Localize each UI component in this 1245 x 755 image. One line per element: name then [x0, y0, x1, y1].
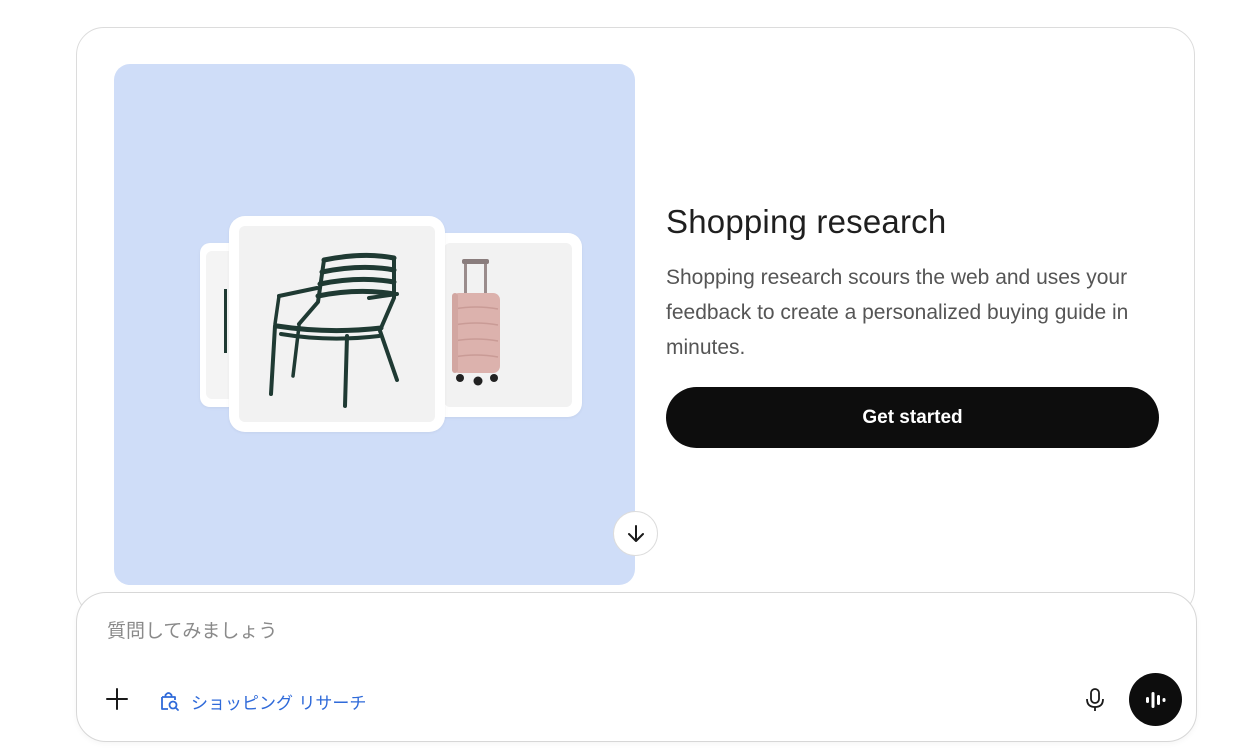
shopping-research-chip-label: ショッピング リサーチ — [191, 693, 367, 714]
microphone-button[interactable] — [1081, 685, 1109, 715]
chair-image — [269, 252, 399, 408]
voice-waveform-icon — [1145, 691, 1165, 708]
promo-title: Shopping research — [666, 203, 947, 240]
prompt-input[interactable] — [107, 615, 1007, 647]
voice-mode-button[interactable] — [1129, 673, 1182, 726]
shopping-research-chip[interactable]: ショッピング リサーチ — [157, 687, 366, 715]
shopping-bag-search-icon — [161, 692, 179, 711]
chat-composer: ショッピング リサーチ — [76, 592, 1197, 742]
add-button[interactable] — [103, 685, 131, 713]
microphone-icon — [1086, 688, 1104, 711]
product-tile-chair — [229, 216, 445, 432]
get-started-button[interactable]: Get started — [666, 387, 1159, 448]
plus-icon — [106, 688, 128, 710]
hero-illustration — [114, 64, 635, 585]
promo-description: Shopping research scours the web and use… — [666, 266, 1129, 359]
scroll-down-button[interactable] — [613, 511, 658, 556]
arrow-down-icon — [627, 524, 644, 542]
suitcase-image — [452, 259, 500, 386]
product-tile-suitcase — [430, 233, 582, 417]
